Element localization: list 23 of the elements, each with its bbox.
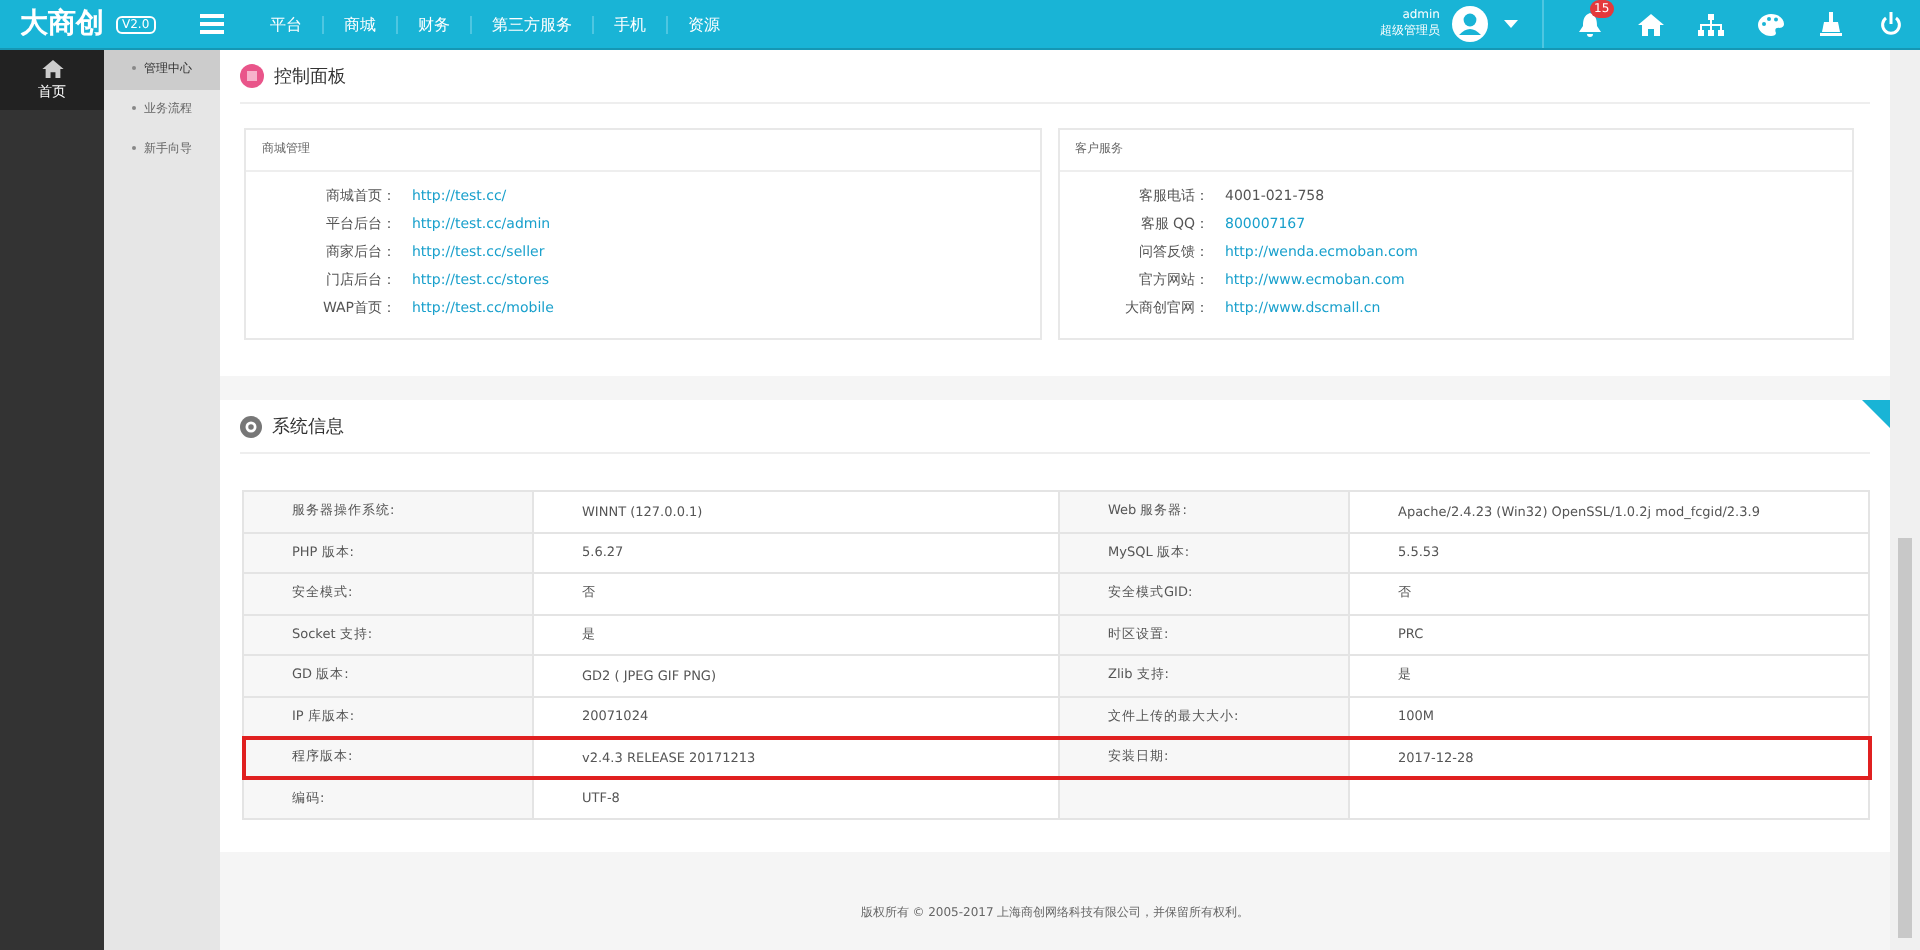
power-icon[interactable] <box>1879 12 1901 36</box>
nav-link[interactable]: 商城 <box>324 15 398 33</box>
panel-title: 控制面板 <box>274 65 346 89</box>
bell-icon[interactable] <box>1578 11 1602 37</box>
nav-link[interactable]: 手机 <box>594 15 668 33</box>
home-icon <box>41 59 63 77</box>
palette-icon[interactable] <box>1757 13 1783 35</box>
nav-link[interactable]: 资源 <box>668 15 740 33</box>
home-icon[interactable] <box>1637 13 1663 35</box>
nav-link[interactable]: 财务 <box>398 15 472 33</box>
nav-link[interactable]: 第三方服务 <box>472 15 594 33</box>
avatar-icon[interactable] <box>1452 6 1488 42</box>
menu-icon[interactable] <box>200 14 224 34</box>
broom-icon[interactable] <box>1819 12 1841 36</box>
nav-link[interactable]: 平台 <box>250 15 324 33</box>
panel-title: 系统信息 <box>272 415 344 439</box>
caret-icon[interactable] <box>1504 20 1518 28</box>
sitemap-icon[interactable] <box>1697 13 1723 35</box>
gear-icon <box>240 415 262 437</box>
scrollbar[interactable] <box>1890 50 1920 950</box>
corner-tab-icon[interactable] <box>1862 400 1890 428</box>
dashboard-icon <box>240 64 264 88</box>
logo[interactable]: 大商创 <box>20 6 104 42</box>
